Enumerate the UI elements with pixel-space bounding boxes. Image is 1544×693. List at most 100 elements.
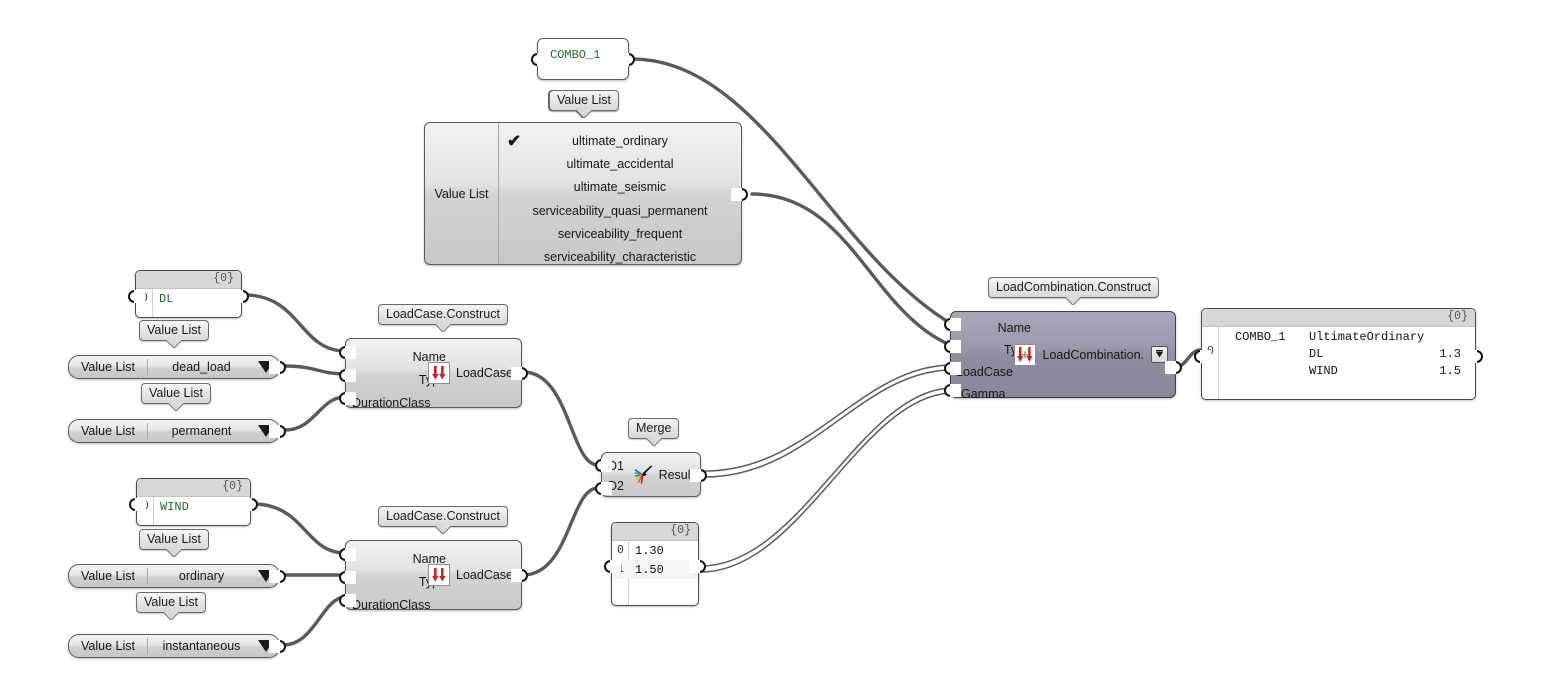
dead-load-vl-value[interactable]: dead_load (148, 360, 253, 374)
wire-loadcase-bottom-to-d2 (521, 486, 600, 577)
loadcombination-port-gamma[interactable] (944, 384, 961, 397)
node-ordinary-value-list[interactable]: Value List ordinary (68, 564, 286, 588)
combo-input-port[interactable] (531, 53, 548, 66)
type-value-list-body[interactable]: Value List ✔ ultimate_ordinary ultimate_… (424, 122, 748, 265)
wire-dl-to-name (243, 293, 347, 353)
wire-valuelist-to-type (750, 192, 952, 347)
merge-output-port[interactable] (690, 469, 707, 482)
node-permanent-value-list[interactable]: Value List permanent (68, 419, 286, 443)
loadcombination-port-type[interactable] (944, 340, 961, 353)
combo-output-port[interactable] (618, 53, 635, 66)
result-watch-body[interactable]: {0} 0 COMBO_1 UltimateOrdinary DL 1.3 WI… (1201, 308, 1476, 400)
gamma-watch-row: 1 1.50 (612, 560, 698, 579)
loadcombination-port-loadcase[interactable] (944, 362, 961, 375)
loadcase-bottom-port-duration[interactable] (339, 594, 356, 607)
combo-codeblock-body[interactable]: COMBO_1 (531, 38, 635, 80)
dl-watch-output-port[interactable] (232, 290, 249, 303)
combo-value-text[interactable]: COMBO_1 (538, 39, 628, 62)
node-combo-name[interactable]: COMBO_1 (531, 38, 635, 80)
node-loadcase-construct-top[interactable]: Name Type DurationClass LoadCase (339, 338, 528, 410)
permanent-vl-value[interactable]: permanent (148, 424, 253, 438)
permanent-vl-title: Value List (69, 423, 148, 439)
value-list-item[interactable]: ultimate_seismic (499, 176, 741, 199)
wire-permanent-to-duration (283, 395, 347, 432)
dynamo-graph-canvas[interactable]: .w { fill:none; stroke:#5a5a5a; stroke-w… (0, 0, 1544, 693)
dl-watch-body[interactable]: {0} 0 DL (135, 270, 242, 318)
node-loadcase-construct-bottom[interactable]: Name Type DurationClass LoadCase (339, 540, 528, 612)
loadcombination-row-name: Name (997, 320, 1031, 335)
loadcase-top-port-duration[interactable] (339, 392, 356, 405)
wire-merge-to-loadcase-a (704, 364, 951, 472)
node-merge[interactable]: D1 D2 Result (595, 452, 707, 497)
loadcase-top-center: LoadCase (428, 362, 513, 384)
ordinary-vl-value[interactable]: ordinary (148, 569, 253, 583)
value-list-item[interactable]: serviceability_quasi_permanent (499, 199, 741, 222)
node-result-watch[interactable]: {0} 0 COMBO_1 UltimateOrdinary DL 1.3 WI… (1194, 308, 1483, 400)
dl-watch-row: 0 DL (141, 291, 174, 306)
dead-load-output-port[interactable] (269, 361, 286, 374)
merge-port-d1[interactable] (595, 459, 612, 472)
result-watch-line: DL 1.3 (1309, 346, 1461, 361)
merge-port-d2[interactable] (595, 482, 612, 495)
loadcase-icon (428, 362, 450, 384)
label-pointer (167, 339, 181, 348)
label-merge: Merge (628, 418, 680, 439)
wind-watch-output-port[interactable] (241, 498, 258, 511)
loadcase-top-row-duration: DurationClass (352, 396, 431, 410)
node-wind-watch[interactable]: {0} 0 WIND (129, 478, 258, 526)
dl-watch-header: {0} (136, 271, 241, 289)
loadcombination-body[interactable]: Name Type LoadCase Gamma (944, 311, 1182, 400)
label-loadcase-construct-bottom: LoadCase.Construct (378, 506, 508, 527)
result-watch-header: {0} (1202, 309, 1475, 327)
wire-deadload-to-type (283, 364, 347, 376)
loadcase-top-port-name[interactable] (339, 346, 356, 359)
ordinary-output-port[interactable] (269, 570, 286, 583)
node-dl-watch[interactable]: {0} 0 DL (128, 270, 249, 318)
wind-watch-body[interactable]: {0} 0 WIND (136, 478, 251, 526)
loadcase-top-port-type[interactable] (339, 369, 356, 382)
loadcombination-port-name[interactable] (944, 318, 961, 331)
node-loadcombination-construct[interactable]: Name Type LoadCase Gamma (944, 311, 1182, 400)
loadcase-bottom-port-type[interactable] (339, 571, 356, 584)
result-watch-line: COMBO_1 UltimateOrdinary (1235, 329, 1425, 344)
dl-watch-count: {0} (213, 272, 234, 285)
permanent-output-port[interactable] (269, 425, 286, 438)
node-type-value-list[interactable]: Value List ✔ ultimate_ordinary ultimate_… (424, 122, 748, 265)
loadcase-top-output-port[interactable] (511, 367, 528, 380)
value-list-item[interactable]: serviceability_frequent (499, 222, 741, 245)
label-pointer (164, 611, 178, 620)
instantaneous-vl-title: Value List (69, 638, 148, 654)
type-value-list-output-port[interactable] (731, 188, 748, 201)
result-watch-input-port[interactable] (1194, 350, 1211, 363)
gamma-watch-row: 0 1.30 (617, 543, 664, 558)
result-watch-output-port[interactable] (1466, 350, 1483, 363)
type-value-list-title: Value List (425, 123, 499, 264)
value-list-item[interactable]: ✔ ultimate_ordinary (499, 129, 741, 152)
instantaneous-vl-value[interactable]: instantaneous (148, 639, 253, 653)
loadcombination-output-port[interactable] (1165, 361, 1182, 374)
wind-watch-input-port[interactable] (129, 498, 146, 511)
loadcase-bottom-port-name[interactable] (339, 548, 356, 561)
merge-body[interactable]: D1 D2 Result (595, 452, 707, 497)
loadcombination-row-gamma: Gamma (961, 386, 1006, 401)
node-gamma-watch[interactable]: {0} 0 1.30 1 1.50 (604, 522, 706, 606)
node-dead-load-value-list[interactable]: Value List dead_load (68, 355, 286, 379)
gamma-watch-header: {0} (612, 523, 698, 541)
type-value-list-items[interactable]: ✔ ultimate_ordinary ultimate_accidental … (499, 123, 741, 264)
gamma-watch-body[interactable]: {0} 0 1.30 1 1.50 (611, 522, 699, 606)
node-instantaneous-value-list[interactable]: Value List instantaneous (68, 634, 286, 658)
value-list-item[interactable]: ultimate_accidental (499, 152, 741, 175)
loadcase-bottom-row-duration: DurationClass (352, 598, 431, 612)
loadcase-bottom-output-port[interactable] (511, 569, 528, 582)
gamma-watch-output-port[interactable] (689, 560, 706, 573)
loadcase-top-output-label: LoadCase (456, 366, 513, 380)
gamma-watch-input-port[interactable] (604, 560, 621, 573)
value-list-item[interactable]: serviceability_characteristic (499, 245, 741, 268)
loadcombination-output-label: LoadCombination. (1042, 347, 1144, 362)
label-pointer (577, 109, 591, 118)
loadcombination-center: LoadCombination. (1013, 343, 1168, 366)
dl-watch-input-port[interactable] (128, 290, 145, 303)
loadcase-bottom-body[interactable]: Name Type DurationClass LoadCase (339, 540, 528, 612)
loadcase-top-body[interactable]: Name Type DurationClass LoadCase (339, 338, 528, 410)
instantaneous-output-port[interactable] (269, 640, 286, 653)
